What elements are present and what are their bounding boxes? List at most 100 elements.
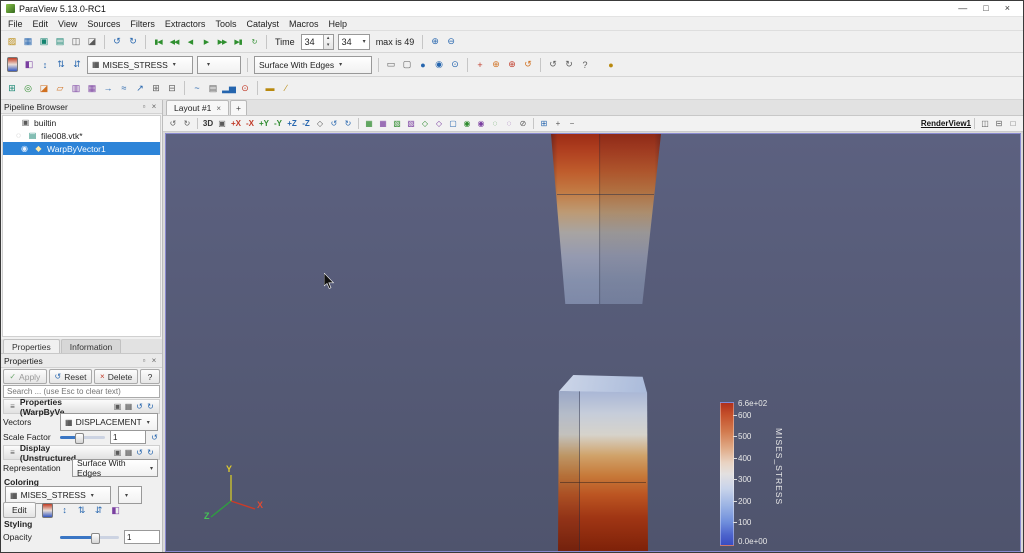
color-array-combo[interactable]: ▦ MISES_STRESS [87,55,193,74]
dock-float-icon[interactable]: ▫ [139,356,149,365]
copy-properties-icon[interactable]: ▣ [112,447,123,458]
copy-properties-icon[interactable]: ▣ [112,401,123,412]
zoom-to-selection-icon[interactable]: ⊞ [537,117,551,130]
stream-tracer-icon[interactable]: ≈ [116,80,132,96]
extract-block-icon[interactable]: ⊟ [164,80,180,96]
menu-item[interactable]: Help [323,19,352,29]
camera-redo-icon[interactable]: ↻ [180,117,194,130]
extract-subset-icon[interactable]: ▦ [84,80,100,96]
restore-defaults-icon[interactable]: ↺ [134,447,145,458]
warp-by-vector-icon[interactable]: ↗ [132,80,148,96]
select-points-through-icon[interactable]: ▧ [404,117,418,130]
show-center-axes-icon[interactable]: ⊕ [488,57,504,73]
frame-index-combo[interactable]: 34 [337,33,370,50]
paste-properties-icon[interactable]: ▦ [123,401,134,412]
save-defaults-icon[interactable]: ↻ [145,401,156,412]
delete-button[interactable]: × Delete [94,369,139,384]
edit-color-map-icon[interactable]: ◧ [21,57,37,73]
open-file-icon[interactable]: ▨ [4,34,20,50]
undo-icon[interactable]: ↺ [109,34,125,50]
threshold-icon[interactable]: ▥ [68,80,84,96]
visibility-eye-icon[interactable]: ◌ [13,131,24,140]
minus-x-view-icon[interactable]: -X [243,117,257,130]
menu-item[interactable]: Sources [82,19,125,29]
dock-close-icon[interactable]: × [149,356,159,365]
annotate-icon[interactable]: ∕ [278,80,294,96]
menu-item[interactable]: Catalyst [241,19,284,29]
isometric-view-icon[interactable]: ◇ [313,117,327,130]
dock-float-icon[interactable]: ▫ [139,102,149,111]
first-frame-icon[interactable]: ▮◀ [150,34,166,50]
visibility-eye-icon[interactable]: ◉ [19,144,30,153]
rotate-camera-cw-icon[interactable]: ↻ [561,57,577,73]
calculator-icon[interactable]: ⊞ [4,80,20,96]
select-cells-through-icon[interactable]: ▧ [390,117,404,130]
apply-button[interactable]: ✓ Apply [3,369,47,384]
tab-properties[interactable]: Properties [3,339,60,353]
menu-item[interactable]: File [3,19,28,29]
menu-item[interactable]: Macros [284,19,324,29]
redo-icon[interactable]: ↻ [125,34,141,50]
select-cells-polygon-icon[interactable]: ◇ [418,117,432,130]
layout-tab[interactable]: Layout #1 × [166,100,230,115]
paste-properties-icon[interactable]: ▦ [123,447,134,458]
rescale-to-data-range-icon[interactable]: ↕ [37,57,53,73]
interactive-select-cells-icon[interactable]: ◉ [460,117,474,130]
zoom-in-icon[interactable]: ⊕ [427,34,443,50]
loop-icon[interactable]: ↻ [246,34,262,50]
capture-screenshot-icon[interactable]: ▣ [36,34,52,50]
representation-combo[interactable]: Surface With Edges [254,55,372,74]
next-frame-icon[interactable]: ▶▶ [214,34,230,50]
toggle-color-legend-icon[interactable] [7,57,18,72]
last-frame-icon[interactable]: ▶▮ [230,34,246,50]
close-tab-icon[interactable]: × [216,104,221,113]
interactive-select-points-icon[interactable]: ◉ [474,117,488,130]
contour-icon[interactable]: ◎ [20,80,36,96]
rescale-temporal-icon[interactable]: ⇵ [91,502,107,518]
plus-z-view-icon[interactable]: +Z [285,117,299,130]
disconnect-server-icon[interactable]: ◪ [84,34,100,50]
connect-server-icon[interactable]: ◫ [68,34,84,50]
slider-handle[interactable] [75,432,84,444]
spreadsheet-icon[interactable]: ▤ [205,80,221,96]
reset-camera-closest-icon[interactable]: ◉ [431,57,447,73]
time-spin-arrows[interactable] [322,34,333,49]
select-cells-on-icon[interactable]: ▦ [362,117,376,130]
rotate-90-cw-icon[interactable]: ↻ [341,117,355,130]
color-legend[interactable]: 6.6e+02 600 500 400 300 200 100 0.0e+00 MISES… [720,398,850,550]
scale-factor-input[interactable]: 1 [110,430,146,444]
maximize-button[interactable]: □ [983,2,988,15]
menu-item[interactable]: Edit [28,19,54,29]
plus-x-view-icon[interactable]: +X [229,117,243,130]
clear-selection-icon[interactable]: ⊘ [516,117,530,130]
save-defaults-icon[interactable]: ↻ [145,447,156,458]
glyph-icon[interactable]: → [100,80,116,96]
minimize-button[interactable]: — [958,2,967,15]
reset-button[interactable]: ↺ Reset [48,369,93,384]
mouse-help-icon[interactable]: ? [577,57,593,73]
select-block-icon[interactable]: ▢ [446,117,460,130]
maximize-view-icon[interactable]: □ [1006,117,1020,130]
hover-cells-icon[interactable]: ◌ [488,117,502,130]
adjust-camera-icon[interactable]: ▣ [215,117,229,130]
minus-z-view-icon[interactable]: -Z [299,117,313,130]
menu-item[interactable]: Filters [125,19,160,29]
play-icon[interactable]: ▶ [198,34,214,50]
plus-y-view-icon[interactable]: +Y [257,117,271,130]
rotate-90-ccw-icon[interactable]: ↺ [327,117,341,130]
select-points-on-icon[interactable]: ▦ [376,117,390,130]
representation-combo[interactable]: Surface With Edges [72,458,158,478]
plot-over-line-icon[interactable]: ~ [189,80,205,96]
close-button[interactable]: × [1005,2,1010,15]
component-combo[interactable] [197,55,241,74]
section-collapse-icon[interactable]: ≡ [7,447,18,458]
reset-camera-icon[interactable]: ▭ [383,57,399,73]
time-value-input[interactable]: 34 [300,33,334,50]
opacity-slider[interactable] [60,532,119,544]
menu-item[interactable]: Extractors [160,19,211,29]
dock-close-icon[interactable]: × [149,102,159,111]
hover-points-icon[interactable]: ◌ [502,117,516,130]
rescale-custom-range-icon[interactable]: ⇅ [74,502,90,518]
pipeline-item[interactable]: ◌ ▤ file008.vtk* [3,129,160,142]
pick-center-icon[interactable]: ⊕ [504,57,520,73]
